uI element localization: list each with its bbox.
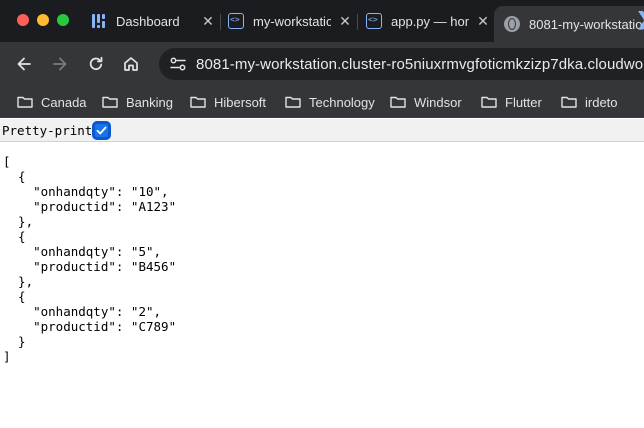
tab-my-workstation[interactable]: my-workstation ✕ (228, 6, 353, 36)
tab-app-py[interactable]: app.py — home ✕ (366, 6, 491, 36)
json-value-productid: C789 (138, 319, 169, 334)
bookmark-label: irdeto (585, 94, 618, 110)
json-line: ] (3, 349, 11, 364)
json-value-onhandqty: 2 (138, 304, 146, 319)
close-icon[interactable]: ✕ (337, 13, 353, 30)
browser-toolbar: 8081-my-workstation.cluster-ro5niuxrmvgf… (0, 42, 644, 86)
bookmark-label: Flutter (505, 94, 542, 110)
json-line: { (3, 169, 26, 184)
json-line: { (3, 229, 26, 244)
code-editor-icon (366, 13, 382, 29)
bookmark-label: Canada (41, 94, 87, 110)
tab-dashboard[interactable]: Dashboard ✕ (91, 6, 216, 36)
close-icon[interactable]: ✕ (475, 13, 491, 30)
json-value-productid: A123 (138, 199, 169, 214)
bookmark-label: Hibersoft (214, 94, 267, 110)
json-viewer: [ { "onhandqty": "10", "productid": "A12… (3, 154, 176, 364)
back-button[interactable] (12, 52, 36, 76)
url-text[interactable]: 8081-my-workstation.cluster-ro5niuxrmvgf… (196, 56, 644, 73)
json-line: "productid": "A123" (3, 199, 177, 214)
folder-icon (561, 96, 577, 108)
json-value-onhandqty: 5 (138, 244, 146, 259)
json-line: "productid": "C789" (3, 319, 177, 334)
reload-icon (89, 56, 103, 71)
json-line: "productid": "B456" (3, 259, 177, 274)
bookmark-canada[interactable]: Canada (17, 92, 87, 112)
bookmark-windsor[interactable]: Windsor (390, 92, 462, 112)
pretty-print-checkbox[interactable] (93, 121, 111, 139)
arrow-right-icon (53, 57, 67, 71)
tab-title: my-workstation (253, 13, 331, 29)
json-line: "onhandqty": "10", (3, 184, 169, 199)
json-line: "onhandqty": "5", (3, 244, 162, 259)
reload-button[interactable] (84, 52, 108, 76)
tab-title: Dashboard (116, 13, 180, 29)
json-line: { (3, 289, 26, 304)
bookmark-flutter[interactable]: Flutter (481, 92, 542, 112)
folder-icon (102, 96, 118, 108)
json-line: }, (3, 214, 34, 229)
code-editor-icon (228, 13, 244, 29)
json-line: [ (3, 154, 11, 169)
folder-icon (17, 96, 33, 108)
checkmark-icon (96, 126, 107, 134)
bookmark-banking[interactable]: Banking (102, 92, 173, 112)
bookmark-label: Technology (309, 94, 375, 110)
tab-title: app.py — home (391, 13, 469, 29)
window-maximize-button[interactable] (57, 14, 69, 26)
page-content: Pretty-print [ { "onhandqty": "10", "pro… (0, 119, 644, 428)
home-icon (124, 57, 138, 71)
tab-strip: Dashboard ✕ my-workstation ✕ app.py — ho… (0, 0, 644, 42)
bookmark-irdeto[interactable]: irdeto (561, 92, 618, 112)
bookmark-label: Banking (126, 94, 173, 110)
bookmark-label: Windsor (414, 94, 462, 110)
tab-8081-my-workstation[interactable]: 8081-my-workstation (494, 6, 644, 42)
json-value-onhandqty: 10 (138, 184, 154, 199)
pretty-print-label: Pretty-print (2, 122, 93, 138)
tab-divider (220, 14, 221, 30)
folder-icon (481, 96, 497, 108)
bookmarks-bar: Canada Banking Hibersoft Technology Wind… (0, 86, 644, 118)
folder-icon (190, 96, 206, 108)
json-value-productid: B456 (138, 259, 169, 274)
site-info-icon[interactable] (161, 50, 195, 78)
window-minimize-button[interactable] (37, 14, 49, 26)
bookmark-technology[interactable]: Technology (285, 92, 375, 112)
json-line: } (3, 334, 26, 349)
close-icon[interactable]: ✕ (200, 13, 216, 30)
folder-icon (285, 96, 301, 108)
bookmark-hibersoft[interactable]: Hibersoft (190, 92, 266, 112)
json-line: }, (3, 274, 34, 289)
pretty-print-bar: Pretty-print (0, 119, 644, 142)
dashboard-icon (91, 13, 107, 29)
forward-button[interactable] (48, 52, 72, 76)
tab-divider (357, 14, 358, 30)
folder-icon (390, 96, 406, 108)
tab-overflow-icon[interactable]: ❯ (636, 9, 644, 30)
json-line: "onhandqty": "2", (3, 304, 162, 319)
globe-icon (504, 16, 520, 32)
tab-title: 8081-my-workstation (529, 16, 644, 32)
address-bar[interactable]: 8081-my-workstation.cluster-ro5niuxrmvgf… (159, 48, 644, 80)
arrow-left-icon (17, 57, 31, 71)
home-button[interactable] (119, 52, 143, 76)
window-close-button[interactable] (17, 14, 29, 26)
